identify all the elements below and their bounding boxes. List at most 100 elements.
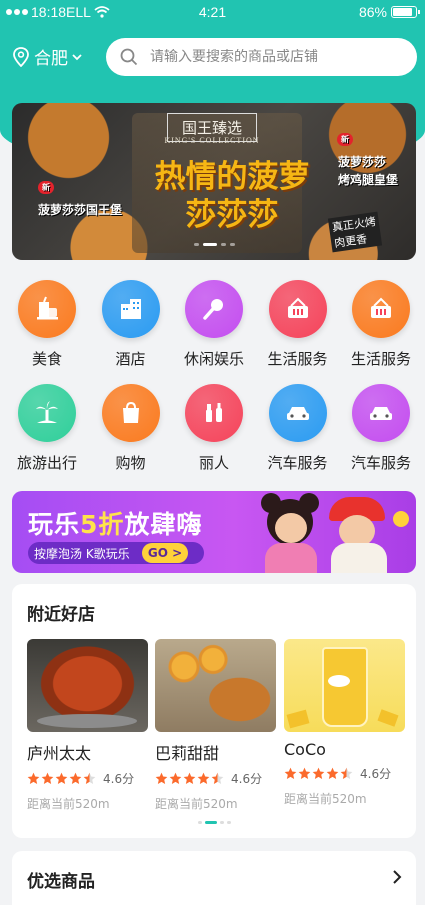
search-input[interactable] <box>150 49 390 65</box>
search-bar[interactable] <box>106 38 417 76</box>
shop-card[interactable]: 庐州太太 4.6分 距离当前520m <box>27 639 148 812</box>
rating-value: 4.6分 <box>231 772 263 786</box>
promo-title-b: 放肆嗨 <box>124 510 203 539</box>
shop-distance: 距离当前520m <box>27 797 110 811</box>
basket-icon <box>352 280 410 338</box>
promo-title-a: 玩乐 <box>28 510 81 539</box>
star-icon <box>284 767 297 780</box>
car-icon <box>268 384 327 442</box>
page-dot <box>204 821 217 824</box>
category-item[interactable]: 休闲娱乐 <box>172 280 256 369</box>
banner-stamp: 真正火烤 肉更香 <box>327 211 383 253</box>
shop-rating: 4.6分 <box>155 770 276 787</box>
status-bar: 18:18ELL 4:21 86% <box>0 0 425 26</box>
new-badge: 新 <box>38 181 54 194</box>
chevron-down-icon <box>72 53 82 60</box>
section-title: 附近好店 <box>27 605 95 625</box>
beauty-icon <box>185 384 243 442</box>
location-pin-icon <box>13 46 29 67</box>
page-dot <box>202 243 217 246</box>
page-dot <box>197 821 202 824</box>
star-icon <box>326 767 339 780</box>
category-label: 汽车服务 <box>267 454 328 472</box>
shop-image <box>155 639 276 732</box>
city-selector[interactable]: 合肥 <box>12 44 82 69</box>
category-item[interactable]: 生活服务 <box>339 280 423 369</box>
category-label: 购物 <box>115 454 146 472</box>
category-item[interactable]: 旅游出行 <box>5 384 89 473</box>
star-icon <box>69 772 82 785</box>
shop-image <box>284 639 405 732</box>
page-dot <box>193 243 199 246</box>
category-item[interactable]: 生活服务 <box>256 280 340 369</box>
car-icon <box>352 384 410 442</box>
shop-name: CoCo <box>284 740 326 759</box>
search-icon <box>120 48 138 66</box>
battery-level <box>393 8 412 16</box>
basket-icon <box>268 280 327 338</box>
rating-value: 4.6分 <box>103 772 135 786</box>
shop-card[interactable]: CoCo 4.6分 距离当前520m <box>284 639 405 807</box>
banner-product-left: 菠萝莎莎国王堡 <box>38 203 123 217</box>
nearby-shops-section: 附近好店 庐州太太 4.6分 距离当前520m 巴莉甜甜 4.6分 距离当前52… <box>12 584 416 838</box>
category-item[interactable]: 购物 <box>89 384 173 473</box>
chevron-right-icon[interactable] <box>392 869 402 885</box>
category-item[interactable]: 丽人 <box>172 384 256 473</box>
star-icon <box>169 772 182 785</box>
banner-label-left-badge: 新 <box>38 181 54 194</box>
shop-name: 庐州太太 <box>27 744 92 763</box>
section-title: 优选商品 <box>27 872 95 892</box>
star-icon <box>183 772 196 785</box>
shop-image <box>27 639 148 732</box>
category-label: 丽人 <box>198 454 229 472</box>
banner-headline-line2: 莎莎莎 <box>185 197 279 233</box>
banner-label-left: 菠萝莎莎国王堡 <box>38 201 122 218</box>
featured-products-section[interactable]: 优选商品 <box>12 851 416 905</box>
hero-banner[interactable]: 国王臻选 KING'S COLLECTION 热情的菠萝 莎莎莎 新 菠萝莎莎国… <box>12 103 416 260</box>
shop-distance: 距离当前520m <box>284 792 367 806</box>
promo-go-button[interactable]: GO > <box>142 543 188 563</box>
promo-banner[interactable]: 玩乐5折放肆嗨 按摩泡汤 K歌玩乐 GO > <box>12 491 416 573</box>
new-badge: 新 <box>337 133 353 146</box>
page-dot <box>219 821 224 824</box>
star-icon <box>197 772 210 785</box>
shop-rating: 4.6分 <box>27 770 148 787</box>
category-label: 美食 <box>31 350 62 368</box>
shopping-bag-icon <box>101 384 160 442</box>
banner-pagination <box>12 243 416 246</box>
category-item[interactable]: 美食 <box>5 280 89 369</box>
promo-title: 玩乐5折放肆嗨 <box>28 505 202 541</box>
star-icon <box>27 772 40 785</box>
banner-product-right-2: 烤鸡腿皇堡 <box>338 173 399 187</box>
banner-headline-line1: 热情的菠萝 <box>154 159 310 195</box>
category-label: 生活服务 <box>350 350 411 368</box>
rating-value: 4.6分 <box>360 767 392 781</box>
star-icon <box>312 767 325 780</box>
banner-headline: 热情的菠萝 莎莎莎 <box>142 158 322 234</box>
battery-icon <box>391 6 420 18</box>
category-item[interactable]: 酒店 <box>89 280 173 369</box>
star-icon <box>41 772 54 785</box>
star-icon <box>340 767 353 780</box>
category-item[interactable]: 汽车服务 <box>339 384 423 473</box>
banner-tag-en: KING'S COLLECTION <box>164 136 260 145</box>
shop-name: 巴莉甜甜 <box>155 744 220 763</box>
star-icon <box>211 772 224 785</box>
category-label: 汽车服务 <box>350 454 411 472</box>
food-icon <box>18 280 76 338</box>
shop-distance: 距离当前520m <box>155 797 238 811</box>
page-dot <box>229 243 235 246</box>
star-icon <box>298 767 311 780</box>
hotel-icon <box>101 280 160 338</box>
category-label: 生活服务 <box>267 350 328 368</box>
page-dot <box>220 243 226 246</box>
shop-card[interactable]: 巴莉甜甜 4.6分 距离当前520m <box>155 639 276 812</box>
star-icon <box>83 772 96 785</box>
category-label: 旅游出行 <box>16 454 77 472</box>
battery-percent: 86% <box>358 4 387 20</box>
city-label: 合肥 <box>34 49 68 69</box>
category-item[interactable]: 汽车服务 <box>256 384 340 473</box>
page-dot <box>226 821 231 824</box>
palm-tree-icon <box>18 384 76 442</box>
category-label: 休闲娱乐 <box>183 350 244 368</box>
